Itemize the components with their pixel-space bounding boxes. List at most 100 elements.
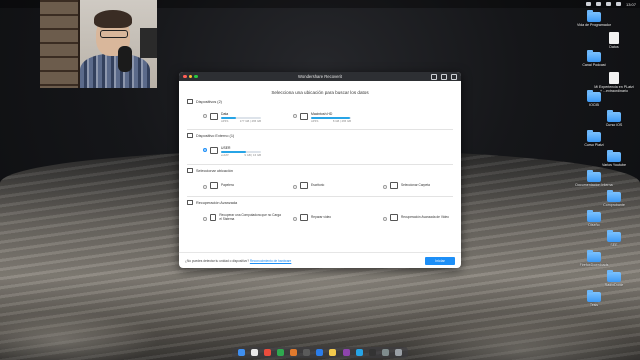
desktop-icon-item[interactable]: Vida de Programador [574,10,614,27]
advanced-recovery-header: Recuperación Avanzada [187,200,453,205]
desktop-icon-label: Curso Platzi [584,143,604,147]
external-devices-header: Dispositivo Externo (1) [187,133,453,138]
location-icon [187,168,193,173]
folder-icon [587,250,601,262]
desktop-icon-item[interactable]: Diseño [574,210,614,227]
desktop-icon-item[interactable]: RadioDoble [594,270,634,287]
control-center-icon[interactable] [615,2,621,6]
recoverit-icon[interactable] [355,349,363,356]
battery-icon[interactable] [595,2,601,6]
option-label: Escritorio [311,182,325,187]
desktop-icon-label: Comprobante [603,203,625,207]
select-location-header: Seleccionar ubicación [187,168,453,173]
chrome-icon[interactable] [264,349,272,356]
desktop-icon-item[interactable]: Documentacion Interna [574,170,614,187]
drive-option-user[interactable]: USER exFAT 9 GB | 16 GB [203,146,261,157]
desktop-icon-label: SEE [610,243,618,247]
radio-button[interactable] [293,216,297,221]
folder-icon [607,150,621,162]
hard-disk-icon [210,113,218,120]
usb-drive-icon [187,133,193,138]
menu-bar-clock[interactable]: 13:07 [626,2,636,7]
drive-option-macintosh-hd[interactable]: Macintosh HD APFS 8 GB | 465 GB [293,112,351,123]
file-icon [609,32,619,44]
location-option-trash[interactable]: Papelera [203,182,234,189]
option-label: Papelera [221,182,234,187]
xcode-icon[interactable] [316,349,324,356]
desktop-icon-item[interactable]: Tesis [574,290,614,307]
menu-icon[interactable] [451,74,457,80]
desktop-icon-label: FirefoxDownloads [579,263,609,267]
radio-button[interactable] [383,216,387,221]
footer-text: ¿No puedes detectar tu unidad o disposit… [185,259,291,263]
desktop-icon-item[interactable]: IOCIB [574,90,614,107]
desktop-icon-label: IOCIB [589,103,599,107]
settings-icon[interactable] [381,349,389,356]
folder-icon [587,290,601,302]
location-option-desktop[interactable]: Escritorio [293,182,324,189]
drive-filesystem: APFS [221,119,229,124]
music-icon[interactable] [368,349,376,356]
podcasts-icon[interactable] [342,349,350,356]
search-icon[interactable] [605,2,611,6]
drive-option-data[interactable]: Data APFS 177 GB | 465 GB [203,112,261,123]
account-icon[interactable] [431,74,437,80]
launchpad-icon[interactable] [251,349,259,356]
hard-disk-icon [300,113,308,120]
section-title: Recuperación Avanzada [196,200,238,205]
desktop-icon [300,182,308,189]
advanced-option-video-recovery[interactable]: Recuperación Avanzada de Video [383,214,453,221]
folder-icon [587,90,601,102]
radio-button-selected[interactable] [203,148,207,152]
location-option-select-folder[interactable]: Seleccionar Carpeta [383,182,430,189]
bookshelf [40,0,80,88]
desktop-icon-item[interactable]: Comprobante [594,190,634,207]
page-heading: Selecciona una ubicación para buscar los… [271,90,369,95]
external-disk-icon [210,147,218,154]
desktop-icon-item[interactable]: Mi Experiencia en PLatzi + ...extraordin… [594,72,634,93]
folder-icon [587,130,601,142]
desktop-icon-item[interactable]: Varios Youtube [594,150,634,167]
file-icon [609,72,619,84]
recoverit-window: Wondershare Recoverit Selecciona una ubi… [179,72,461,268]
desktop-icon-item[interactable]: Canal Podcast [574,50,614,67]
computer-icon [209,214,217,222]
drive-size: 8 GB | 465 GB [332,119,351,124]
desktop-icon-item[interactable]: FirefoxDownloads [574,250,614,267]
hardware-recognition-link[interactable]: Reconocimiento de hardware [250,259,291,263]
radio-button[interactable] [293,114,297,118]
wifi-icon[interactable] [585,2,591,6]
advanced-option-crashed-computer[interactable]: Recuperar una Computadora que no Carga e… [203,213,281,222]
option-label: Seleccionar Carpeta [401,182,430,187]
advanced-option-repair-video[interactable]: Reparar video [293,214,331,221]
messages-icon[interactable] [277,349,285,356]
radio-button[interactable] [383,184,387,189]
radio-button[interactable] [203,184,207,189]
radio-button[interactable] [293,184,297,189]
webcam-overlay [40,0,157,88]
desktop-icon-item[interactable]: Curso Platzi [574,130,614,147]
notes-icon[interactable] [329,349,337,356]
drive-icon [187,99,193,104]
photos-icon[interactable] [290,349,298,356]
finder-icon[interactable] [238,349,246,356]
folder-icon [607,190,621,202]
radio-button[interactable] [203,216,207,221]
desktop-icon-label: Diseño [588,223,600,227]
desktop-icon-label: Canal Podcast [582,63,606,67]
desktop-icon-label: RadioDoble [604,283,624,287]
desktop-icon-item[interactable]: SEE [594,230,634,247]
support-icon[interactable] [441,74,447,80]
radio-button[interactable] [203,114,207,118]
person-shirt [80,54,150,88]
desktop-icon-item[interactable]: Datos [594,32,634,49]
trash-icon[interactable] [394,349,402,356]
desktop-icon-label: Varios Youtube [602,163,626,167]
desktop-icon-item[interactable]: Curso iOS [594,110,634,127]
desktop-icon-label: Curso iOS [605,123,623,127]
start-button[interactable]: Iniciar [425,256,455,265]
drive-filesystem: APFS [311,119,319,124]
divider [187,164,453,165]
terminal-icon[interactable] [303,349,311,356]
trash-icon [210,182,218,189]
